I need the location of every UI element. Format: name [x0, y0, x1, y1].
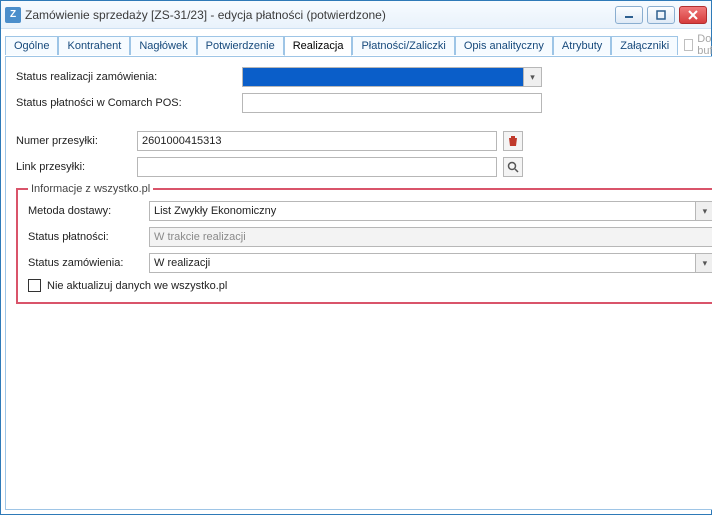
- buffer-checkbox[interactable]: Do bufora: [678, 33, 712, 57]
- metoda-dostawy-combo[interactable]: List Zwykły Ekonomiczny ▾: [149, 201, 712, 221]
- buffer-checkbox-box[interactable]: [684, 39, 693, 51]
- window-frame: Z Zamówienie sprzedaży [ZS-31/23] - edyc…: [0, 0, 712, 515]
- tab-opis[interactable]: Opis analityczny: [455, 36, 553, 55]
- status-realizacji-combo[interactable]: ▾: [242, 67, 542, 87]
- tab-realizacja[interactable]: Realizacja: [284, 36, 353, 56]
- status-realizacji-value: [243, 68, 523, 86]
- tab-naglowek[interactable]: Nagłówek: [130, 36, 196, 55]
- trash-icon: [507, 135, 519, 147]
- chevron-down-icon[interactable]: ▾: [695, 202, 712, 220]
- status-realizacji-label: Status realizacji zamówienia:: [16, 71, 236, 83]
- row-status-realizacji: Status realizacji zamówienia: ▾: [16, 67, 712, 87]
- status-pos-value[interactable]: [242, 93, 542, 113]
- tab-ogolne[interactable]: Ogólne: [5, 36, 58, 55]
- tab-kontrahent[interactable]: Kontrahent: [58, 36, 130, 55]
- tab-content: Status realizacji zamówienia: ▾ Status p…: [5, 57, 712, 510]
- window-title: Zamówienie sprzedaży [ZS-31/23] - edycja…: [25, 8, 615, 22]
- close-window-button[interactable]: [679, 6, 707, 24]
- status-zamowienia-value: W realizacji: [150, 254, 695, 272]
- app-icon: Z: [5, 7, 21, 23]
- row-numer-przesylki: Numer przesyłki: 2601000415313: [16, 131, 712, 151]
- status-platnosci-label: Status płatności:: [28, 231, 143, 243]
- wszystko-groupbox: Informacje z wszystko.pl Metoda dostawy:…: [16, 183, 712, 304]
- no-update-checkbox[interactable]: Nie aktualizuj danych we wszystko.pl: [28, 279, 712, 292]
- link-przesylki-label: Link przesyłki:: [16, 161, 131, 173]
- maximize-button[interactable]: [647, 6, 675, 24]
- main-panel: Ogólne Kontrahent Nagłówek Potwierdzenie…: [5, 33, 712, 510]
- tab-strip: Ogólne Kontrahent Nagłówek Potwierdzenie…: [5, 33, 712, 57]
- row-status-platnosci: Status płatności: W trakcie realizacji: [28, 227, 712, 247]
- minimize-button[interactable]: [615, 6, 643, 24]
- row-metoda-dostawy: Metoda dostawy: List Zwykły Ekonomiczny …: [28, 201, 712, 221]
- titlebar: Z Zamówienie sprzedaży [ZS-31/23] - edyc…: [1, 1, 711, 29]
- buffer-checkbox-label: Do bufora: [697, 33, 712, 57]
- row-status-pos: Status płatności w Comarch POS:: [16, 93, 712, 113]
- search-icon: [507, 161, 519, 173]
- chevron-down-icon[interactable]: ▾: [523, 68, 541, 86]
- metoda-dostawy-value: List Zwykły Ekonomiczny: [150, 202, 695, 220]
- no-update-checkbox-label: Nie aktualizuj danych we wszystko.pl: [47, 280, 227, 292]
- status-zamowienia-combo[interactable]: W realizacji ▾: [149, 253, 712, 273]
- chevron-down-icon[interactable]: ▾: [695, 254, 712, 272]
- tab-platnosci[interactable]: Płatności/Zaliczki: [352, 36, 454, 55]
- window-controls: [615, 6, 707, 24]
- tab-potwierdzenie[interactable]: Potwierdzenie: [197, 36, 284, 55]
- wszystko-legend: Informacje z wszystko.pl: [28, 183, 153, 195]
- numer-przesylki-label: Numer przesyłki:: [16, 135, 131, 147]
- lookup-link-button[interactable]: [503, 157, 523, 177]
- delete-shipment-button[interactable]: [503, 131, 523, 151]
- row-link-przesylki: Link przesyłki:: [16, 157, 712, 177]
- status-platnosci-value: W trakcie realizacji: [149, 227, 712, 247]
- row-status-zamowienia: Status zamówienia: W realizacji ▾: [28, 253, 712, 273]
- status-pos-label: Status płatności w Comarch POS:: [16, 97, 236, 109]
- link-przesylki-input[interactable]: [137, 157, 497, 177]
- metoda-dostawy-label: Metoda dostawy:: [28, 205, 143, 217]
- tab-zalaczniki[interactable]: Załączniki: [611, 36, 678, 55]
- window-body: Ogólne Kontrahent Nagłówek Potwierdzenie…: [1, 29, 711, 514]
- no-update-checkbox-box[interactable]: [28, 279, 41, 292]
- status-zamowienia-label: Status zamówienia:: [28, 257, 143, 269]
- numer-przesylki-input[interactable]: 2601000415313: [137, 131, 497, 151]
- tab-atrybuty[interactable]: Atrybuty: [553, 36, 611, 55]
